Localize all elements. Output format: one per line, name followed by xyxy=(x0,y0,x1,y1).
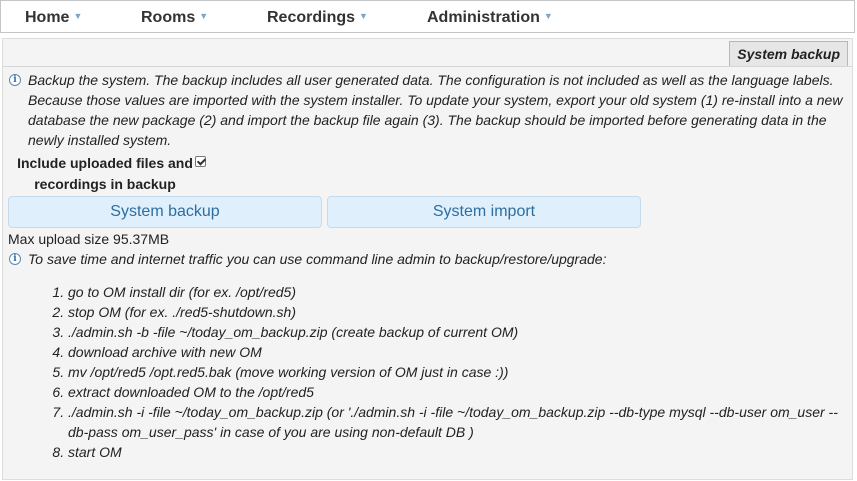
backup-intro-text: Backup the system. The backup includes a… xyxy=(28,72,843,148)
list-item: stop OM (for ex. ./red5-shutdown.sh) xyxy=(68,302,848,322)
menu-item-recordings[interactable]: Recordings ▼ xyxy=(267,1,368,34)
menu-item-rooms[interactable]: Rooms ▼ xyxy=(141,1,208,34)
list-item: ./admin.sh -b -file ~/today_om_backup.zi… xyxy=(68,322,848,342)
system-backup-button[interactable]: System backup xyxy=(8,196,322,228)
checkmark-icon xyxy=(196,156,207,166)
include-files-checkbox[interactable] xyxy=(195,156,207,167)
info-icon: i xyxy=(9,253,21,265)
caret-down-icon: ▼ xyxy=(359,11,368,22)
list-item: extract downloaded OM to the /opt/red5 xyxy=(68,382,848,402)
main-menu-bar: Home ▼ Rooms ▼ Recordings ▼ Administration ▼ xyxy=(0,0,855,33)
system-import-button[interactable]: System import xyxy=(327,196,641,228)
list-item: ./admin.sh -i -file ~/today_om_backup.zi… xyxy=(68,402,848,442)
caret-down-icon: ▼ xyxy=(73,11,83,22)
tab-system-backup[interactable]: System backup xyxy=(729,41,848,66)
include-files-label: Include uploaded files and recordings in… xyxy=(17,155,193,192)
cli-hint-text: To save time and internet traffic you ca… xyxy=(28,251,607,267)
list-item: download archive with new OM xyxy=(68,342,848,362)
system-backup-panel: System backup i Backup the system. The b… xyxy=(2,38,853,480)
cli-steps-list: go to OM install dir (for ex. /opt/red5)… xyxy=(28,282,848,462)
menu-item-rooms-label: Rooms xyxy=(141,9,196,26)
caret-down-icon: ▼ xyxy=(543,11,553,22)
menu-item-home-label: Home xyxy=(25,9,70,26)
max-upload-size-text: Max upload size 95.37MB xyxy=(8,231,170,247)
list-item: go to OM install dir (for ex. /opt/red5) xyxy=(68,282,848,302)
info-icon: i xyxy=(9,74,21,86)
list-item: mv /opt/red5 /opt.red5.bak (move working… xyxy=(68,362,848,382)
tab-divider xyxy=(3,66,852,67)
menu-item-administration[interactable]: Administration ▼ xyxy=(427,1,553,34)
menu-item-recordings-label: Recordings xyxy=(267,9,356,26)
caret-down-icon: ▼ xyxy=(199,11,209,22)
menu-item-home[interactable]: Home ▼ xyxy=(25,1,82,34)
menu-item-administration-label: Administration xyxy=(427,9,540,26)
list-item: start OM xyxy=(68,442,848,462)
